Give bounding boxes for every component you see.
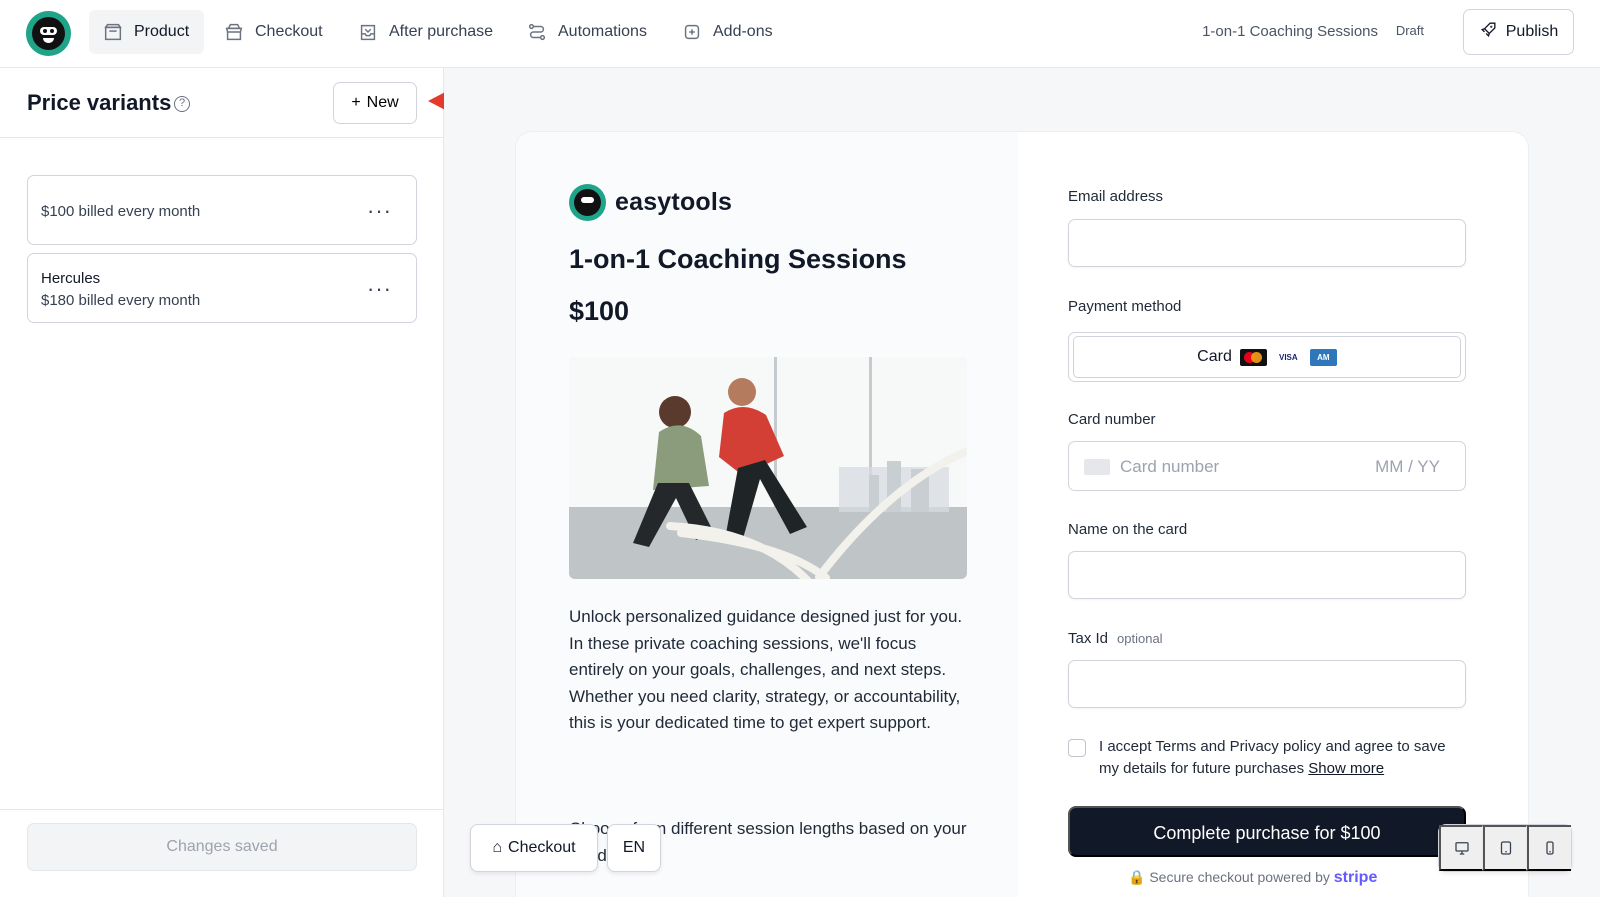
nav-add-ons-label: Add-ons [713, 23, 773, 40]
nav-automations-label: Automations [558, 23, 647, 40]
card-number-label: Card number [1068, 411, 1156, 428]
visa-icon: VISA [1279, 352, 1298, 362]
tablet-preview-button[interactable] [1483, 825, 1527, 871]
brand-name: easytools [615, 188, 733, 216]
price-variant-card[interactable]: $100 billed every month ··· [27, 175, 417, 245]
store-icon: ⌂ [492, 839, 503, 856]
checkout-view-button[interactable]: ⌂ Checkout [470, 824, 598, 872]
card-number-placeholder: Card number [1120, 457, 1220, 476]
more-options-icon[interactable]: ··· [367, 276, 392, 302]
price-variants-sidebar: Price variants ? + New $100 billed every… [0, 68, 444, 897]
checkout-preview-card: easytools 1-on-1 Coaching Sessions $100 [516, 132, 1528, 897]
language-selector[interactable]: EN [607, 824, 661, 872]
preview-controls: ⌂ Checkout EN [470, 824, 666, 872]
desktop-preview-button[interactable] [1439, 825, 1483, 871]
store-icon [223, 21, 245, 43]
nav-after-purchase-label: After purchase [389, 23, 494, 40]
product-name: 1-on-1 Coaching Sessions [1202, 23, 1378, 40]
help-circle-icon[interactable]: ? [174, 96, 190, 112]
plus-icon: + [351, 94, 361, 111]
nav-automations[interactable]: Automations [513, 10, 658, 54]
stripe-logo: stripe [1333, 869, 1378, 886]
email-input[interactable] [1069, 220, 1465, 266]
secure-checkout-text: 🔒 Secure checkout powered by stripe [1128, 869, 1377, 887]
price-variants-title: Price variants [27, 90, 172, 115]
price-variants-header: Price variants ? + New [0, 68, 443, 138]
card-number-field[interactable]: Card number MM / YY [1068, 441, 1466, 491]
draft-badge: Draft [1395, 23, 1424, 38]
new-price-variant-button[interactable]: + New [333, 82, 417, 124]
email-label: Email address [1068, 188, 1164, 205]
sidebar-footer: Changes saved [0, 809, 443, 897]
payment-method-selector[interactable]: Card VISA AM [1068, 332, 1466, 382]
product-title: 1-on-1 Coaching Sessions [569, 244, 907, 274]
publish-label: Publish [1505, 23, 1559, 40]
tax-id-label-text: Tax Id [1068, 630, 1109, 647]
card-option-label: Card [1197, 348, 1232, 365]
amex-icon: AM [1309, 348, 1337, 366]
workflow-icon [526, 21, 548, 43]
variant-description: $180 billed every month [41, 292, 201, 309]
expiry-placeholder: MM / YY [1375, 457, 1440, 476]
card-payment-option[interactable]: Card VISA AM [1073, 336, 1461, 378]
brand-header: easytools [569, 184, 732, 221]
price-variant-card[interactable]: Hercules $180 billed every month ··· [27, 253, 417, 323]
phone-icon [1546, 841, 1554, 855]
mobile-preview-button[interactable] [1527, 825, 1571, 871]
easytools-logo[interactable] [26, 11, 71, 56]
product-summary-pane: easytools 1-on-1 Coaching Sessions $100 [516, 132, 1018, 897]
variant-name: Hercules [41, 270, 101, 287]
optional-tag: optional [1117, 631, 1163, 646]
rocket-icon [1479, 20, 1498, 44]
changes-saved-status: Changes saved [27, 823, 417, 871]
name-on-card-label: Name on the card [1068, 521, 1188, 538]
secure-checkout-label: Secure checkout powered by [1149, 869, 1330, 885]
product-price: $100 [569, 296, 630, 326]
nav-add-ons[interactable]: Add-ons [668, 10, 789, 54]
nav-checkout-label: Checkout [255, 23, 323, 40]
terms-text: I accept Terms and Privacy policy and ag… [1099, 738, 1446, 777]
monitor-icon [1454, 842, 1469, 855]
variant-description: $100 billed every month [41, 203, 201, 220]
checkout-view-label: Checkout [508, 839, 576, 856]
coaching-session-image [569, 357, 967, 579]
tablet-icon [1500, 841, 1511, 855]
easytools-logo-icon [569, 184, 606, 221]
new-label: New [366, 94, 399, 111]
top-navigation: Product Checkout After purchase Automati… [0, 0, 1600, 68]
card-icon [1084, 459, 1110, 475]
email-field[interactable] [1068, 219, 1466, 267]
sloth-face-icon [32, 17, 65, 50]
tax-id-field[interactable] [1068, 660, 1466, 708]
more-options-icon[interactable]: ··· [367, 198, 392, 224]
nav-product-label: Product [134, 23, 190, 40]
lock-icon: 🔒 [1128, 869, 1146, 885]
nav-product[interactable]: Product [89, 10, 204, 54]
show-more-link[interactable]: Show more [1308, 760, 1384, 777]
checkout-preview-canvas: easytools 1-on-1 Coaching Sessions $100 [444, 68, 1600, 897]
inbox-icon [357, 21, 379, 43]
box-icon [102, 21, 124, 43]
coaching-session-illustration [569, 357, 967, 579]
nav-after-purchase[interactable]: After purchase [344, 10, 507, 54]
publish-button[interactable]: Publish [1463, 9, 1574, 55]
product-description: Unlock personalized guidance designed ju… [569, 607, 963, 732]
name-on-card-field[interactable] [1068, 551, 1466, 599]
terms-consent-row: I accept Terms and Privacy policy and ag… [1068, 736, 1468, 780]
plus-square-icon [681, 21, 703, 43]
payment-method-label: Payment method [1068, 298, 1182, 315]
terms-checkbox[interactable] [1068, 739, 1086, 757]
complete-purchase-button[interactable]: Complete purchase for $100 [1068, 806, 1466, 857]
mastercard-icon [1239, 348, 1267, 366]
tax-id-input[interactable] [1069, 661, 1465, 707]
device-preview-switcher [1438, 824, 1572, 872]
tax-id-label: Tax Id optional [1068, 630, 1163, 647]
name-on-card-input[interactable] [1069, 552, 1465, 598]
nav-checkout[interactable]: Checkout [210, 10, 339, 54]
